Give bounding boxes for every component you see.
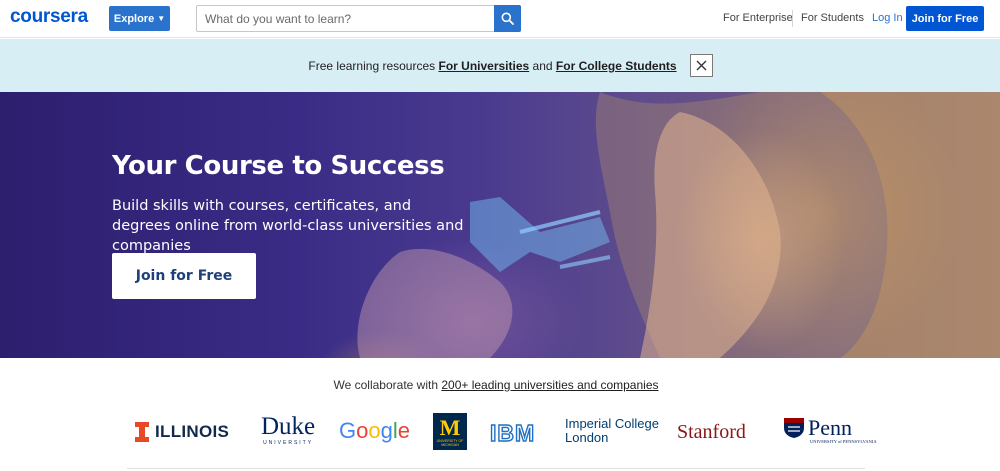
hero-join-button[interactable]: Join for Free xyxy=(112,253,256,299)
duke-subtext: UNIVERSITY xyxy=(263,440,314,446)
banner-text-and: and xyxy=(532,59,553,73)
penn-logo[interactable]: Penn UNIVERSITY of PENNSYLVANIA xyxy=(783,415,877,444)
search-bar xyxy=(196,5,521,32)
banner-text-prefix: Free learning resources xyxy=(308,59,436,73)
nav-for-enterprise[interactable]: For Enterprise xyxy=(723,12,793,24)
penn-shield-icon xyxy=(784,418,804,438)
stanford-logo[interactable]: Stanford xyxy=(677,421,746,444)
join-for-free-button[interactable]: Join for Free xyxy=(906,6,984,31)
info-banner: Free learning resources For Universities… xyxy=(0,39,1000,92)
imperial-line-1: Imperial College xyxy=(565,416,659,431)
penn-subtext: UNIVERSITY of PENNSYLVANIA xyxy=(810,439,877,444)
banner-close-button[interactable] xyxy=(690,54,713,77)
hero-section: Your Course to Success Build skills with… xyxy=(0,92,1000,358)
partner-logos: ILLINOIS Duke UNIVERSITY Google M UNIVER… xyxy=(0,410,1000,454)
search-icon xyxy=(501,12,514,25)
ibm-logo[interactable]: IBM xyxy=(489,419,536,447)
section-divider xyxy=(127,468,865,469)
top-nav: coursera Explore ▼ For Enterprise For St… xyxy=(0,0,1000,38)
explore-label: Explore xyxy=(113,12,155,25)
close-icon xyxy=(696,60,707,71)
illinois-wordmark: ILLINOIS xyxy=(155,422,230,441)
explore-button[interactable]: Explore ▼ xyxy=(109,6,170,31)
illinois-block-i-icon xyxy=(135,422,149,442)
search-input[interactable] xyxy=(197,6,494,31)
michigan-block-m: M xyxy=(439,414,461,440)
collab-link[interactable]: 200+ leading universities and companies xyxy=(441,378,658,392)
hero-subtitle: Build skills with courses, certificates,… xyxy=(112,198,464,254)
google-logo[interactable]: Google xyxy=(339,418,411,444)
nav-for-students[interactable]: For Students xyxy=(801,12,864,24)
duke-logo[interactable]: Duke UNIVERSITY xyxy=(261,413,316,446)
hero-title: Your Course to Success xyxy=(112,151,445,181)
michigan-subtext: UNIVERSITY OF MICHIGAN xyxy=(436,438,464,447)
illinois-logo[interactable]: ILLINOIS xyxy=(135,422,229,442)
banner-message: Free learning resources For Universities… xyxy=(0,59,985,73)
coursera-logo[interactable]: coursera xyxy=(10,6,88,28)
collaboration-text: We collaborate with 200+ leading univers… xyxy=(0,378,992,392)
penn-wordmark: Penn xyxy=(808,415,852,440)
michigan-logo[interactable]: M UNIVERSITY OF MICHIGAN xyxy=(433,413,467,450)
collab-prefix: We collaborate with xyxy=(333,378,439,392)
nav-divider xyxy=(792,10,793,27)
duke-wordmark: Duke xyxy=(261,413,316,440)
banner-link-universities[interactable]: For Universities xyxy=(438,59,529,73)
svg-text:Google: Google xyxy=(339,418,410,443)
banner-link-college-students[interactable]: For College Students xyxy=(556,59,677,73)
chevron-down-icon: ▼ xyxy=(157,13,166,23)
imperial-line-2: London xyxy=(565,430,609,445)
imperial-college-logo[interactable]: Imperial College London xyxy=(565,417,659,445)
search-button[interactable] xyxy=(494,5,521,32)
login-link[interactable]: Log In xyxy=(872,12,903,24)
google-wordmark: Google xyxy=(339,418,410,443)
